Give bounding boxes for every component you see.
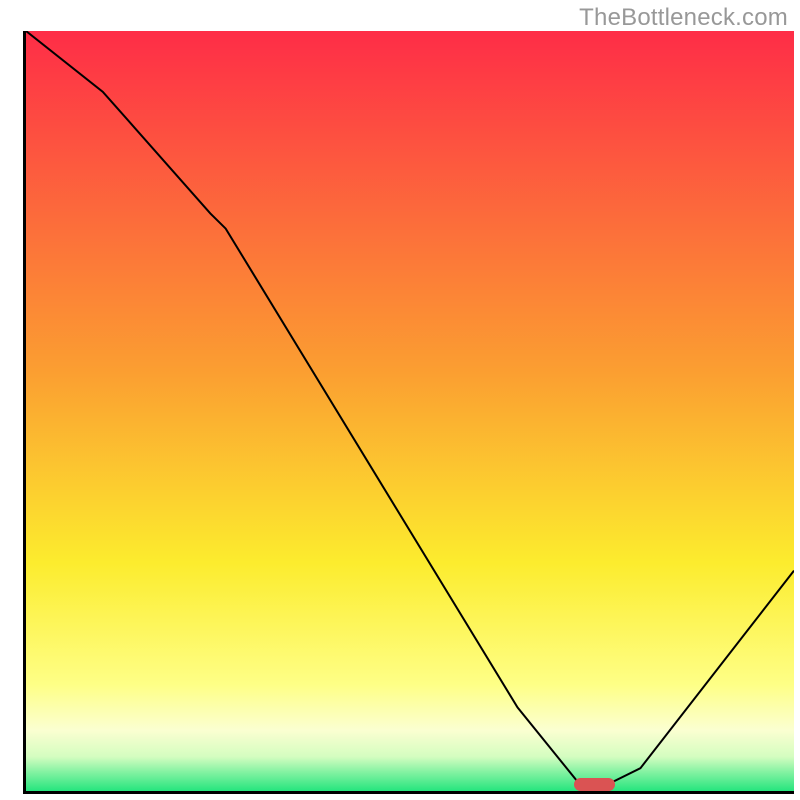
- bottleneck-curve: [26, 31, 794, 791]
- optimal-marker: [574, 778, 615, 791]
- plot-area: [23, 31, 794, 794]
- watermark-text: TheBottleneck.com: [579, 4, 788, 32]
- chart-container: TheBottleneck.com: [0, 0, 800, 800]
